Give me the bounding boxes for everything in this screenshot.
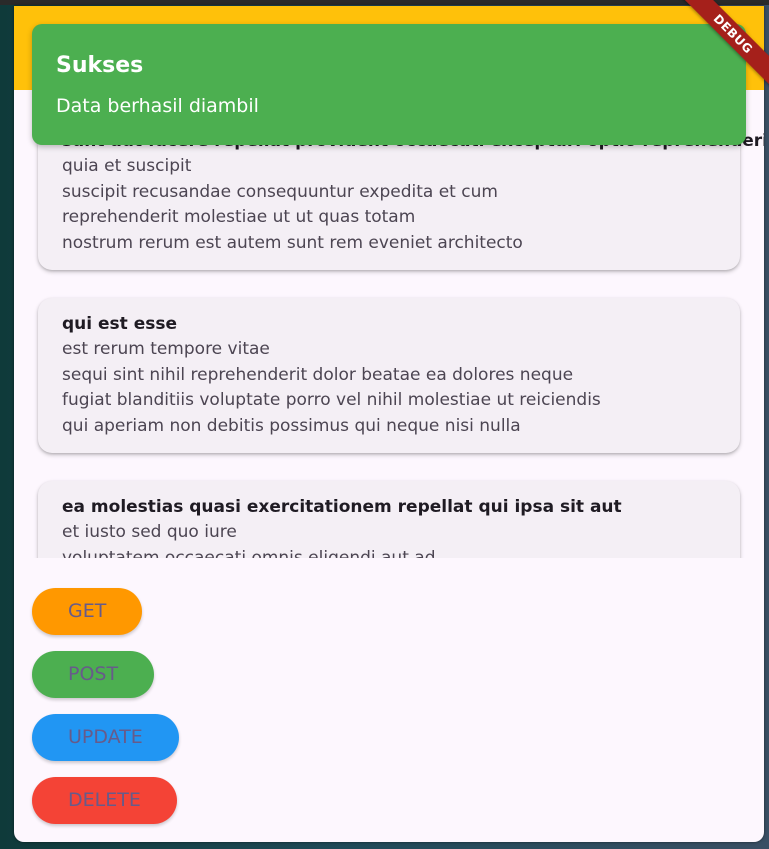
- list-item[interactable]: qui est esse est rerum tempore vitae seq…: [38, 298, 740, 453]
- success-snackbar: Sukses Data berhasil diambil: [32, 24, 746, 145]
- list-item[interactable]: ea molestias quasi exercitationem repell…: [38, 481, 740, 558]
- post-list[interactable]: sunt aut facere repellat provident occae…: [14, 90, 764, 558]
- post-body: quia et suscipit suscipit recusandae con…: [62, 156, 523, 253]
- post-title: qui est esse: [62, 314, 178, 334]
- snackbar-title: Sukses: [56, 53, 144, 78]
- post-body: est rerum tempore vitae sequi sint nihil…: [62, 339, 601, 436]
- update-button[interactable]: UPDATE: [32, 714, 179, 761]
- post-button[interactable]: POST: [32, 651, 155, 698]
- post-body: et iusto sed quo iure voluptatem occaeca…: [62, 522, 436, 558]
- get-button[interactable]: GET: [32, 588, 143, 635]
- window-edge: [0, 0, 769, 5]
- post-title: ea molestias quasi exercitationem repell…: [62, 497, 622, 517]
- delete-button[interactable]: DELETE: [32, 777, 177, 824]
- snackbar-message: Data berhasil diambil: [56, 95, 259, 117]
